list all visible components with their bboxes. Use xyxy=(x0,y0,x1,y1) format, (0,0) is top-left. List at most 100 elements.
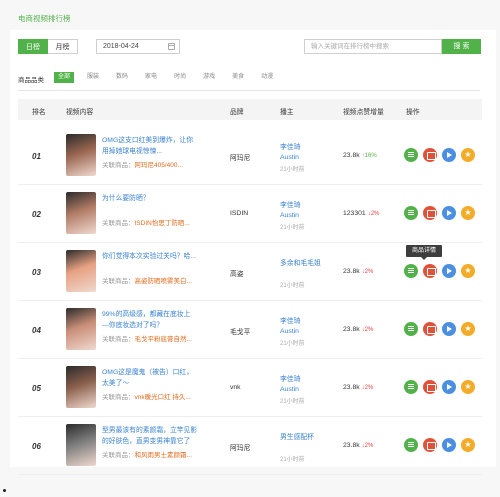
table-row: 04 99%的高级感，都藏在底妆上 —你底妆选对了吗？ 关联商品：毛戈平粉底膏自然..… xyxy=(18,301,482,359)
host-name[interactable]: 男生感配杯 xyxy=(280,433,314,443)
related-product: 关联商品：阿玛尼405/400... xyxy=(102,159,226,169)
star-icon[interactable] xyxy=(461,322,475,336)
product-link[interactable]: ISDIN怡思丁防晒... xyxy=(135,220,190,227)
category-digital[interactable]: 数码 xyxy=(112,72,132,83)
category-anime[interactable]: 动漫 xyxy=(257,72,277,83)
product-link[interactable]: 和风雨男士素颜霜... xyxy=(135,452,192,459)
host-name[interactable]: 李佳琦 Austin xyxy=(280,143,300,163)
host-name-line1[interactable]: 多余和毛毛姐 xyxy=(280,259,321,269)
category-clothing[interactable]: 服装 xyxy=(83,72,103,83)
detail-icon[interactable] xyxy=(404,380,418,394)
table-row: 02 为什么要防晒？ 关联商品：ISDIN怡思丁防晒... ISDIN 李佳琦 Austi… xyxy=(18,185,482,243)
post-time: 21小时前 xyxy=(280,283,305,289)
host-name[interactable]: 多余和毛毛姐 xyxy=(280,259,321,269)
brand-name: 高姿 xyxy=(230,271,244,278)
likes-value: 23.8k xyxy=(343,152,360,159)
host-name[interactable]: 李佳琦 Austin xyxy=(280,317,300,337)
post-time: 21小时前 xyxy=(280,225,305,231)
play-icon[interactable] xyxy=(442,264,456,278)
star-icon[interactable] xyxy=(461,148,475,162)
detail-icon[interactable] xyxy=(404,438,418,452)
play-icon[interactable] xyxy=(442,380,456,394)
likes-value: 23.8k xyxy=(343,326,360,333)
play-icon[interactable] xyxy=(442,322,456,336)
video-thumbnail[interactable] xyxy=(66,424,96,466)
header-likes: 视频点赞增量 xyxy=(343,109,384,116)
tab-day[interactable]: 日榜 xyxy=(18,39,48,54)
host-name[interactable]: 李佳琦 Austin xyxy=(280,375,300,395)
video-title[interactable]: 你们觉得本次实验过关吗？哈... xyxy=(102,251,222,262)
detail-icon[interactable] xyxy=(404,322,418,336)
divider xyxy=(18,90,480,91)
host-name-line2[interactable]: Austin xyxy=(280,327,300,337)
host-name-line2[interactable]: Austin xyxy=(280,211,300,221)
related-product: 关联商品：ISDIN怡思丁防晒... xyxy=(102,217,226,227)
host-name-line2[interactable]: Austin xyxy=(280,385,300,395)
search-input[interactable]: 输入关键词在排行榜中搜索 xyxy=(304,39,442,54)
detail-icon[interactable] xyxy=(404,206,418,220)
shop-icon[interactable] xyxy=(423,206,437,220)
page-title: 电商视频排行榜 xyxy=(18,14,71,23)
category-all[interactable]: 全部 xyxy=(54,72,75,83)
star-icon[interactable] xyxy=(461,206,475,220)
category-games[interactable]: 游戏 xyxy=(199,72,219,83)
shop-icon[interactable] xyxy=(423,322,437,336)
star-icon[interactable] xyxy=(461,380,475,394)
play-icon[interactable] xyxy=(442,206,456,220)
host-name-line1[interactable]: 男生感配杯 xyxy=(280,433,314,443)
shop-icon[interactable] xyxy=(423,148,437,162)
likes-delta: ↓2% xyxy=(361,327,374,333)
rank-number: 03 xyxy=(32,268,41,277)
host-name-line1[interactable]: 李佳琦 xyxy=(280,375,300,385)
likes-delta: ↓2% xyxy=(361,269,374,275)
likes-delta: ↓2% xyxy=(361,443,374,449)
video-title-line2[interactable]: 太美了～ xyxy=(102,378,220,389)
date-picker[interactable]: 2018-04-24 xyxy=(96,39,180,54)
video-title-line2[interactable]: 用掉她球电视惊悚... xyxy=(102,146,220,157)
tab-month[interactable]: 月榜 xyxy=(48,39,78,54)
category-fashion[interactable]: 时尚 xyxy=(170,72,190,83)
category-food[interactable]: 美食 xyxy=(228,72,248,83)
likes-increase: 23.8k ↑16% xyxy=(343,152,377,159)
video-title[interactable]: 99%的高级感，都藏在底妆上 xyxy=(102,309,222,320)
shop-icon[interactable] xyxy=(423,380,437,394)
calendar-icon[interactable] xyxy=(168,43,175,50)
category-appliance[interactable]: 家电 xyxy=(141,72,161,83)
video-thumbnail[interactable] xyxy=(66,134,96,176)
post-time: 21小时前 xyxy=(280,399,305,405)
host-name-line1[interactable]: 李佳琦 xyxy=(280,143,300,153)
video-thumbnail[interactable] xyxy=(66,250,96,292)
header-video: 视频内容 xyxy=(66,109,94,116)
star-icon[interactable] xyxy=(461,264,475,278)
product-link[interactable]: 阿玛尼405/400... xyxy=(135,162,183,169)
host-name-line1[interactable]: 李佳琦 xyxy=(280,201,300,211)
video-title-line2[interactable]: 的好肤色，直男变男神靠它了 xyxy=(102,436,220,447)
product-link[interactable]: 毛戈平粉底膏自然... xyxy=(135,336,192,343)
search-button[interactable]: 搜 索 xyxy=(442,39,481,54)
related-product: 关联商品：高姿防晒喷雾美白... xyxy=(102,275,226,285)
video-title[interactable]: OMG这支口红美到爆炸，让你 xyxy=(102,135,222,146)
video-title[interactable]: OMG这是魔鬼（被告）口红， xyxy=(102,367,222,378)
video-title[interactable]: 型男最该有的素颜霜，立竿见影 xyxy=(102,425,222,436)
host-name-line2[interactable]: Austin xyxy=(280,153,300,163)
likes-increase: 23.8k ↓2% xyxy=(343,326,373,333)
host-name-line1[interactable]: 李佳琦 xyxy=(280,317,300,327)
shop-icon[interactable] xyxy=(423,438,437,452)
shop-icon[interactable] xyxy=(423,264,437,278)
detail-icon[interactable] xyxy=(404,264,418,278)
post-time: 21小时前 xyxy=(280,457,305,463)
video-thumbnail[interactable] xyxy=(66,192,96,234)
product-link[interactable]: 高姿防晒喷雾美白... xyxy=(135,278,192,285)
rank-number: 01 xyxy=(32,152,41,161)
play-icon[interactable] xyxy=(442,148,456,162)
detail-icon[interactable] xyxy=(404,148,418,162)
video-title-line2[interactable]: —你底妆选对了吗？ xyxy=(102,320,220,331)
play-icon[interactable] xyxy=(442,438,456,452)
video-thumbnail[interactable] xyxy=(66,366,96,408)
star-icon[interactable] xyxy=(461,438,475,452)
header-host: 播主 xyxy=(280,109,294,116)
video-title[interactable]: 为什么要防晒？ xyxy=(102,193,222,204)
product-link[interactable]: vnk暖光口红 持久... xyxy=(135,394,191,401)
video-thumbnail[interactable] xyxy=(66,308,96,350)
host-name[interactable]: 李佳琦 Austin xyxy=(280,201,300,221)
